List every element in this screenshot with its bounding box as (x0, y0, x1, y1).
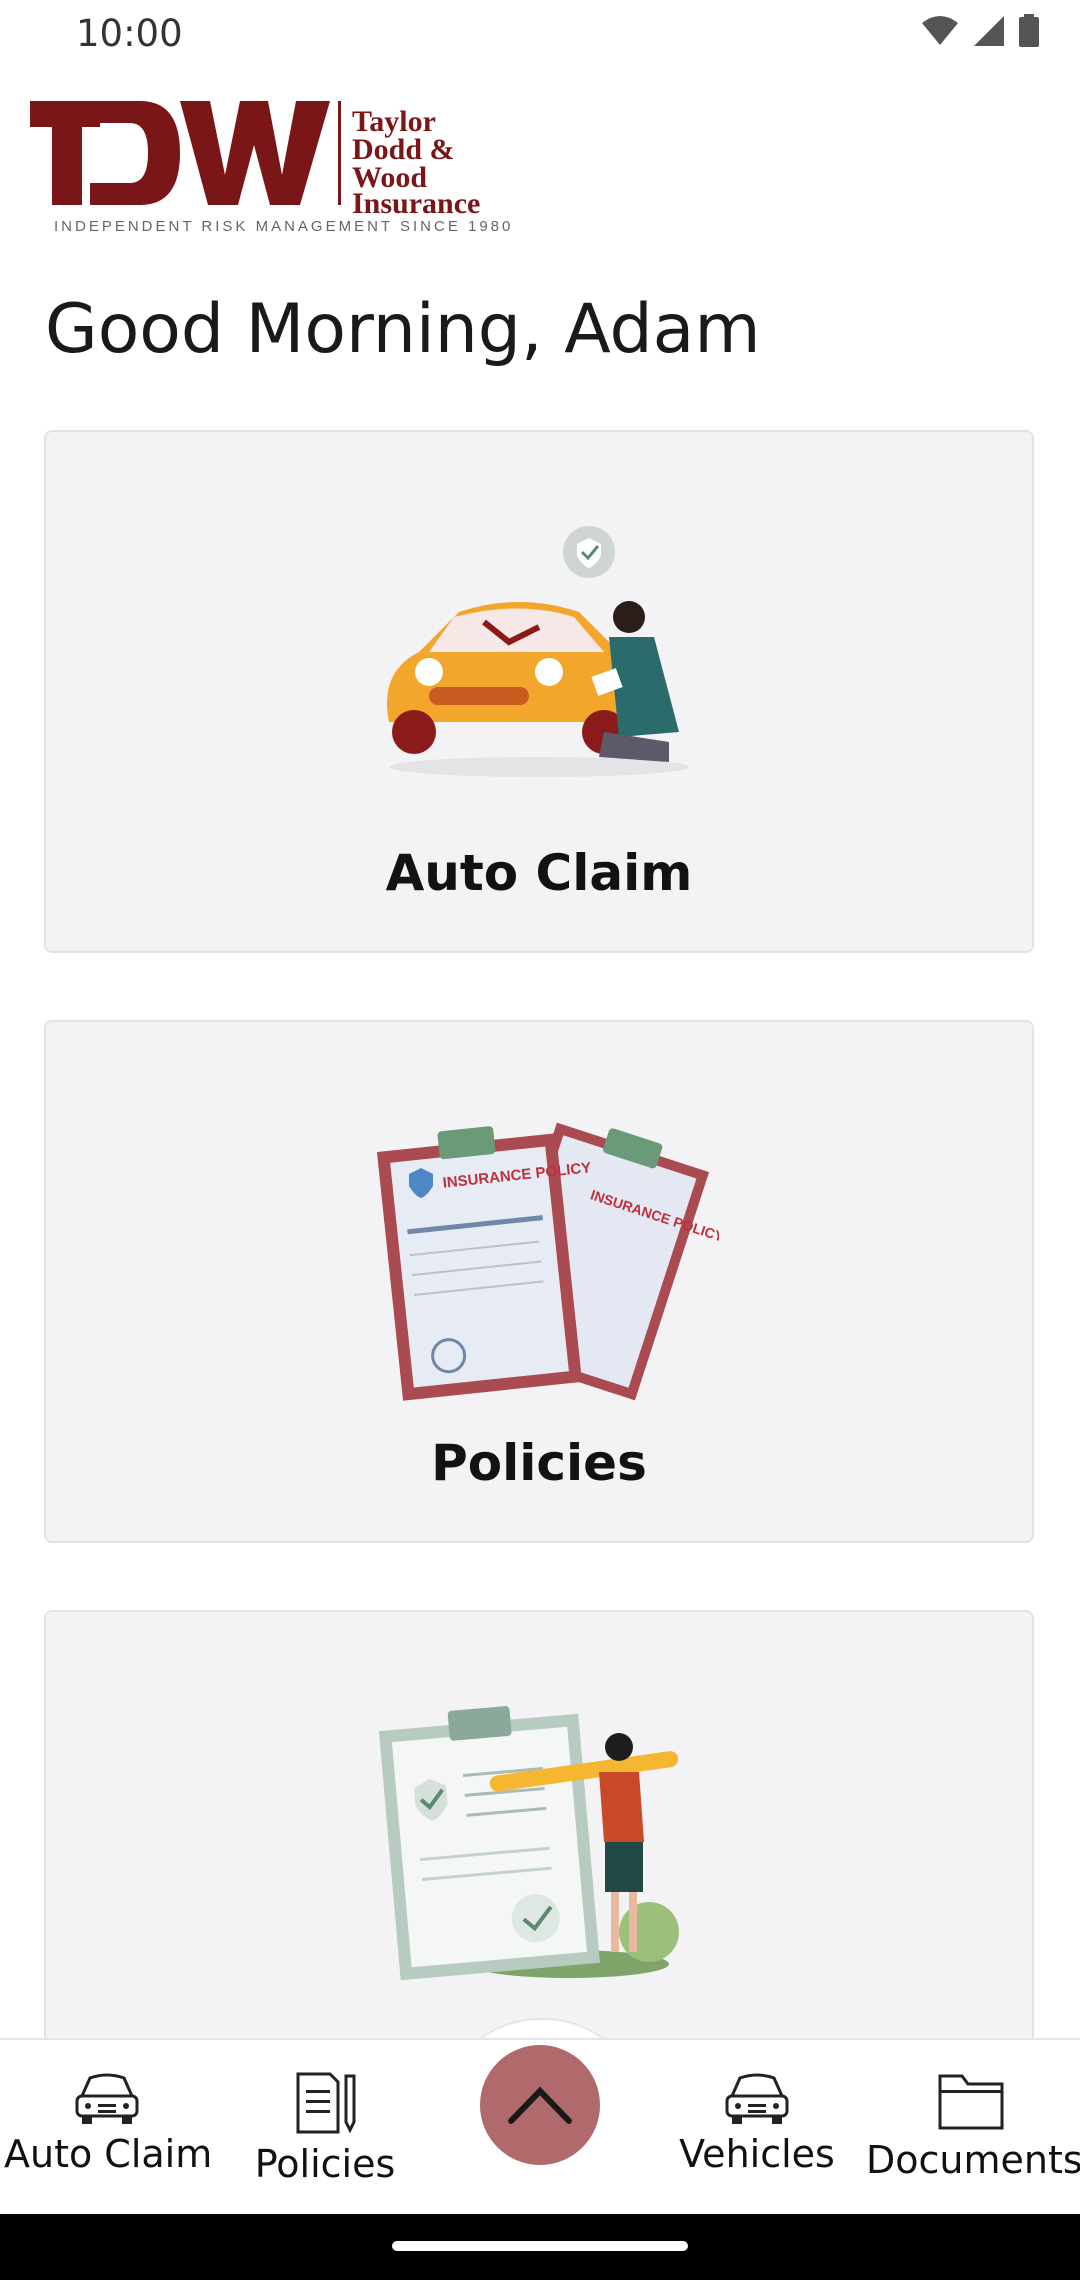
nav-label-auto-claim: Auto Claim (4, 2132, 213, 2176)
expand-fab-button[interactable] (480, 2045, 600, 2165)
wifi-icon (922, 16, 958, 45)
battery-icon (1019, 14, 1039, 47)
checklist-illustration (379, 1706, 679, 1981)
car-icon (75, 2073, 139, 2124)
signal-icon (974, 16, 1004, 46)
status-bar: 10:00 (0, 0, 1080, 70)
nav-item-auto-claim[interactable]: Auto Claim (4, 2070, 213, 2176)
nav-label-policies: Policies (254, 2142, 396, 2186)
logo-tagline: INDEPENDENT RISK MANAGEMENT SINCE 1980 (54, 218, 513, 235)
card-title-auto-claim: Auto Claim (385, 844, 693, 902)
logo-name-line4: Insurance (352, 187, 480, 220)
car-icon (725, 2073, 789, 2124)
card-title-policies: Policies (431, 1434, 647, 1492)
policies-icon (296, 2072, 356, 2134)
policies-card[interactable]: INSURANCE POLICY INSURANCE POLICY Polici… (44, 1020, 1034, 1543)
nav-item-documents[interactable]: Documents (866, 2070, 1080, 2182)
company-logo: Taylor Dodd & Wood Insurance INDEPENDENT… (30, 95, 550, 235)
car-inspection-illustration (387, 526, 689, 777)
folder-icon (938, 2074, 1004, 2130)
chevron-up-icon (508, 2086, 572, 2124)
status-time: 10:00 (76, 12, 183, 55)
status-icons (920, 14, 1040, 48)
auto-claim-card[interactable]: Auto Claim (44, 430, 1034, 953)
insurance-policy-illustration: INSURANCE POLICY INSURANCE POLICY (376, 1122, 719, 1401)
nav-label-documents: Documents (866, 2138, 1080, 2182)
nav-item-policies[interactable]: Policies (240, 2070, 410, 2186)
nav-item-vehicles[interactable]: Vehicles (672, 2070, 842, 2176)
greeting: Good Morning, Adam (45, 290, 761, 369)
nav-label-vehicles: Vehicles (679, 2132, 835, 2176)
home-gesture-handle[interactable] (392, 2241, 688, 2251)
